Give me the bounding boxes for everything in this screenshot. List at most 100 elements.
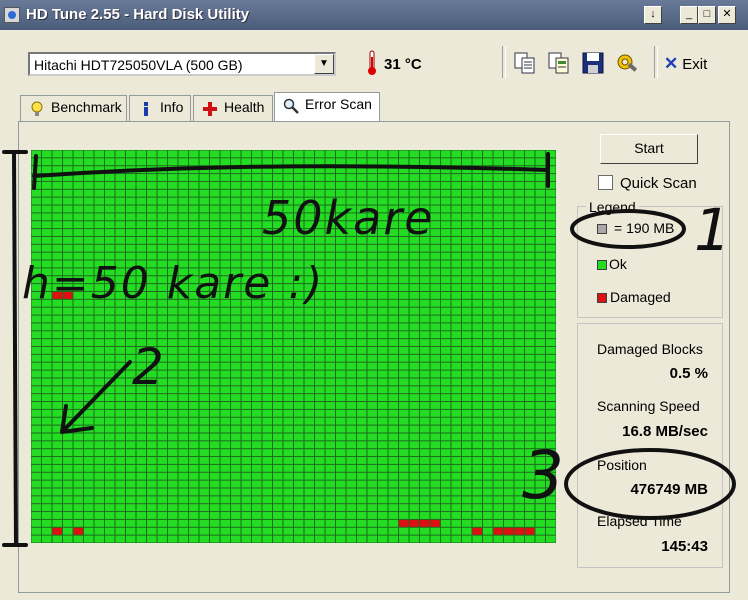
- tab-benchmark[interactable]: Benchmark: [20, 95, 127, 121]
- scan-block-ok: [336, 402, 346, 409]
- scan-block-ok: [546, 449, 556, 457]
- scan-block-ok: [147, 386, 157, 394]
- scan-block-ok: [157, 512, 167, 519]
- scan-block-ok: [210, 449, 220, 457]
- maximize-button[interactable]: □: [698, 6, 716, 24]
- scan-block-ok: [52, 394, 62, 402]
- scan-block-ok: [157, 197, 167, 205]
- scan-block-ok: [241, 221, 251, 229]
- scan-block-ok: [73, 331, 83, 339]
- scan-block-ok: [462, 519, 472, 527]
- scan-block-ok: [73, 174, 83, 181]
- scan-block-ok: [136, 512, 146, 519]
- scan-block-ok: [514, 307, 524, 315]
- scan-block-ok: [63, 197, 73, 205]
- scan-block-ok: [409, 464, 419, 472]
- scan-block-ok: [483, 519, 493, 527]
- copy-text-icon[interactable]: [512, 50, 538, 76]
- scan-block-ok: [493, 347, 503, 354]
- tab-info[interactable]: Info: [129, 95, 191, 121]
- scan-block-ok: [105, 284, 115, 291]
- scan-block-ok: [199, 339, 209, 346]
- scan-block-ok: [483, 535, 493, 543]
- scan-block-ok: [273, 205, 283, 213]
- chevron-down-icon[interactable]: ▼: [314, 54, 334, 74]
- drive-select[interactable]: Hitachi HDT725050VLA (500 GB) ▼: [28, 52, 336, 76]
- scan-block-ok: [546, 276, 556, 284]
- options-icon[interactable]: [614, 50, 640, 76]
- scan-block-ok: [252, 299, 262, 307]
- scan-block-ok: [336, 205, 346, 213]
- exit-button[interactable]: ✕ Exit: [664, 54, 707, 74]
- scan-block-ok: [399, 425, 409, 433]
- scan-block-ok: [315, 457, 325, 464]
- scan-block-ok: [252, 174, 262, 181]
- scan-block-ok: [378, 409, 388, 417]
- start-button[interactable]: Start: [600, 134, 698, 164]
- scan-block-ok: [441, 150, 451, 158]
- scan-block-ok: [178, 323, 188, 331]
- scan-block-ok: [546, 150, 556, 158]
- scan-block-ok: [241, 472, 251, 480]
- copy-info-icon[interactable]: [546, 50, 572, 76]
- scan-block-ok: [525, 362, 535, 370]
- close-button[interactable]: ✕: [718, 6, 736, 24]
- scan-block-ok: [378, 181, 388, 189]
- scan-block-ok: [147, 535, 157, 543]
- scan-block-ok: [294, 236, 304, 244]
- tab-label: Info: [160, 99, 184, 115]
- scan-block-ok: [94, 347, 104, 354]
- scan-block-ok: [52, 221, 62, 229]
- scan-block-ok: [42, 260, 52, 268]
- scan-block-ok: [84, 284, 94, 291]
- scan-block-ok: [84, 441, 94, 449]
- scan-block-ok: [525, 252, 535, 260]
- quick-scan-checkbox[interactable]: [598, 175, 613, 190]
- scan-block-damaged: [504, 527, 514, 535]
- scan-block-ok: [136, 244, 146, 252]
- scan-block-ok: [220, 174, 230, 181]
- scan-block-ok: [304, 472, 314, 480]
- scan-block-ok: [115, 370, 125, 378]
- tab-health[interactable]: Health: [193, 95, 273, 121]
- scan-block-ok: [241, 284, 251, 291]
- scan-block-ok: [367, 174, 377, 181]
- scan-block-ok: [220, 284, 230, 291]
- scan-block-ok: [315, 394, 325, 402]
- scan-block-ok: [189, 527, 199, 535]
- title-bar[interactable]: HD Tune 2.55 - Hard Disk Utility ↓ _ □ ✕: [0, 0, 748, 30]
- scan-block-ok: [157, 504, 167, 512]
- scan-block-ok: [199, 197, 209, 205]
- scan-block-ok: [283, 527, 293, 535]
- scan-block-ok: [346, 425, 356, 433]
- scan-block-ok: [136, 299, 146, 307]
- scan-block-ok: [262, 409, 272, 417]
- tab-error-scan[interactable]: Error Scan: [274, 92, 380, 122]
- scan-block-ok: [441, 417, 451, 425]
- scan-block-ok: [136, 339, 146, 346]
- scan-block-ok: [367, 535, 377, 543]
- save-icon[interactable]: [580, 50, 606, 76]
- help-button[interactable]: ↓: [644, 6, 662, 24]
- scan-block-ok: [31, 331, 41, 339]
- scan-block-ok: [63, 417, 73, 425]
- scan-block-ok: [220, 370, 230, 378]
- scan-block-ok: [262, 268, 272, 276]
- scan-block-ok: [388, 449, 398, 457]
- scan-block-ok: [504, 354, 514, 362]
- scan-block-ok: [399, 441, 409, 449]
- scan-block-ok: [273, 527, 283, 535]
- scan-block-ok: [199, 496, 209, 504]
- tab-label: Error Scan: [305, 96, 372, 112]
- minimize-button[interactable]: _: [680, 6, 698, 24]
- scan-block-ok: [294, 339, 304, 346]
- scan-block-ok: [315, 331, 325, 339]
- scan-block-ok: [535, 268, 545, 276]
- scan-block-ok: [388, 362, 398, 370]
- scan-block-ok: [451, 307, 461, 315]
- scan-block-ok: [493, 512, 503, 519]
- scan-block-ok: [241, 441, 251, 449]
- scan-block-ok: [42, 299, 52, 307]
- scan-block-ok: [189, 315, 199, 323]
- scan-block-ok: [525, 480, 535, 488]
